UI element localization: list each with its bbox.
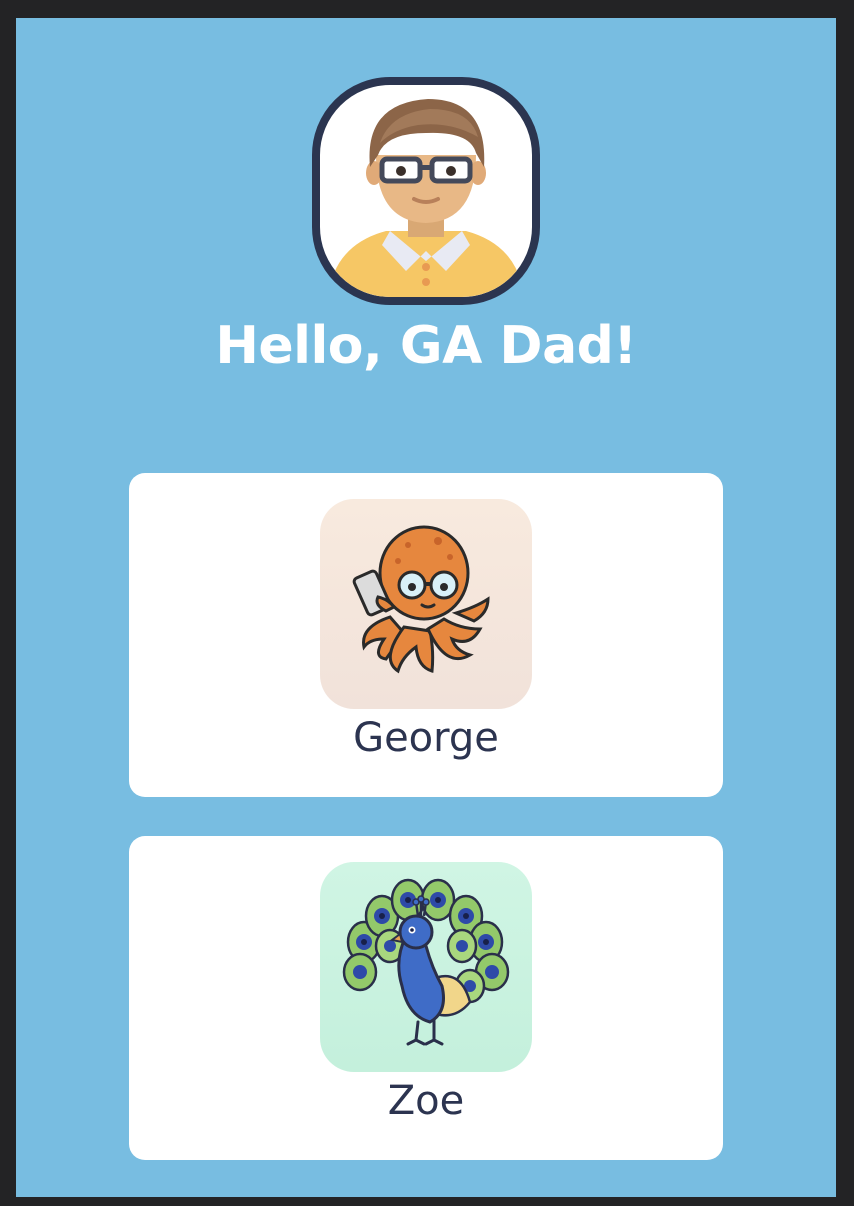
parent-avatar[interactable] bbox=[312, 77, 540, 305]
child-name-label: Zoe bbox=[387, 1078, 465, 1124]
child-avatar-tile[interactable] bbox=[320, 862, 532, 1072]
dad-avatar-icon bbox=[328, 99, 524, 297]
greeting-heading: Hello, GA Dad! bbox=[215, 316, 637, 376]
child-card-george[interactable]: George bbox=[129, 473, 723, 797]
profile-select-screen: Hello, GA Dad! George Zoe bbox=[16, 18, 836, 1197]
child-avatar-tile[interactable] bbox=[320, 499, 532, 709]
child-name-label: George bbox=[353, 715, 499, 761]
octopus-avatar-icon bbox=[352, 525, 490, 674]
child-card-zoe[interactable]: Zoe bbox=[129, 836, 723, 1160]
peacock-avatar-icon bbox=[342, 878, 510, 1046]
